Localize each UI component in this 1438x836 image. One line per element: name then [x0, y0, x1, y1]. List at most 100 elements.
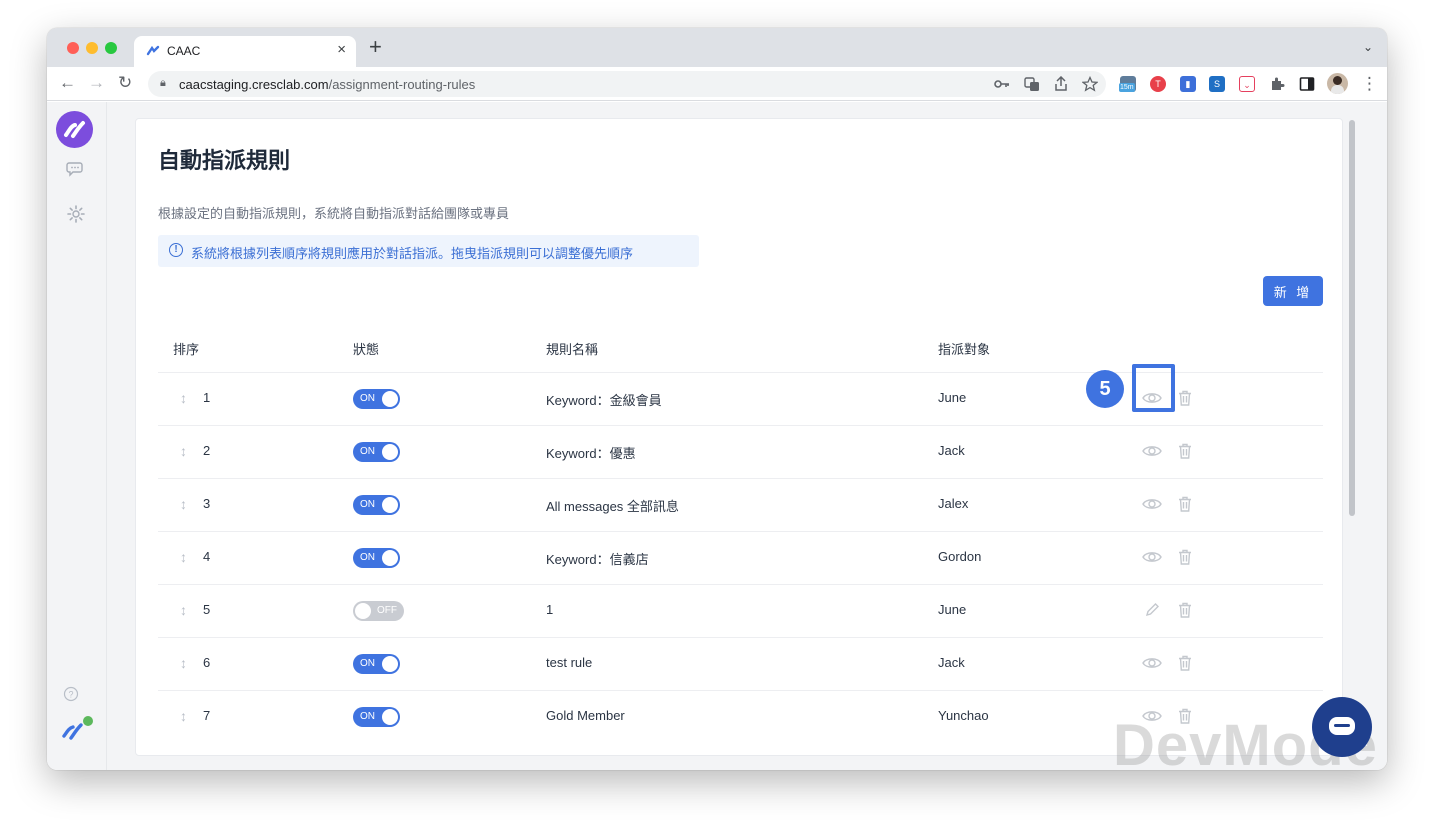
browser-menu-icon[interactable]: ⋮: [1361, 74, 1378, 94]
status-toggle[interactable]: ON: [353, 442, 400, 462]
drag-handle-icon[interactable]: ↕: [180, 390, 187, 406]
column-header-status: 狀態: [353, 342, 380, 357]
url-path: /assignment-routing-rules: [328, 77, 476, 92]
tab-search-chevron-icon[interactable]: ⌄: [1363, 40, 1373, 54]
browser-window: CAAC × + ⌄ ← → ↻ 🔒︎ caacstaging.cresclab…: [47, 28, 1387, 770]
status-toggle[interactable]: ON: [353, 389, 400, 409]
browser-toolbar: ← → ↻ 🔒︎ caacstaging.cresclab.com/assign…: [47, 67, 1387, 101]
eye-view-icon[interactable]: [1141, 652, 1163, 674]
extensions-puzzle-icon[interactable]: [1269, 76, 1285, 92]
rules-card: 自動指派規則 根據設定的自動指派規則，系統將自動指派對話給團隊或專員 ! 系統將…: [135, 118, 1343, 756]
drag-handle-icon[interactable]: ↕: [180, 549, 187, 565]
info-banner: ! 系統將根據列表順序將規則應用於對話指派。拖曳指派規則可以調整優先順序: [158, 235, 699, 267]
rule-name: test rule: [546, 655, 593, 670]
lock-icon: 🔒︎: [160, 77, 166, 89]
pocket-icon[interactable]: ⌄: [1239, 76, 1255, 92]
page-title: 自動指派規則: [158, 148, 291, 173]
toggle-label: ON: [360, 552, 375, 563]
extension-tag-icon[interactable]: ▮: [1180, 76, 1196, 92]
rule-name: Keyword：金級會員: [546, 393, 662, 408]
close-window-button[interactable]: [67, 42, 79, 54]
extension-timer-icon[interactable]: 15m: [1119, 76, 1136, 92]
drag-handle-icon[interactable]: ↕: [180, 602, 187, 618]
browser-tab[interactable]: CAAC ×: [134, 36, 356, 67]
drag-handle-icon[interactable]: ↕: [180, 496, 187, 512]
side-panel-icon[interactable]: [1299, 76, 1315, 92]
status-toggle[interactable]: ON: [353, 707, 400, 727]
info-text: 系統將根據列表順序將規則應用於對話指派。拖曳指派規則可以調整優先順序: [191, 246, 634, 261]
table-row[interactable]: ↕ 2 ON Keyword：優惠 Jack: [158, 425, 1323, 478]
trash-delete-icon[interactable]: [1174, 387, 1196, 409]
eye-view-icon[interactable]: [1141, 440, 1163, 462]
table-row[interactable]: ↕ 5 OFF 1 June: [158, 584, 1323, 637]
chat-bubbles-icon[interactable]: [66, 160, 86, 178]
rule-assignee: June: [938, 602, 967, 617]
trash-delete-icon[interactable]: [1174, 493, 1196, 515]
rule-assignee: Jalex: [938, 496, 969, 511]
settings-gear-icon[interactable]: [66, 204, 86, 224]
profile-avatar[interactable]: [1327, 73, 1348, 94]
scrollbar-thumb[interactable]: [1349, 120, 1355, 516]
trash-delete-icon[interactable]: [1174, 652, 1196, 674]
minimize-window-button[interactable]: [86, 42, 98, 54]
key-icon[interactable]: [994, 77, 1010, 91]
toggle-label: OFF: [377, 605, 397, 616]
table-row[interactable]: ↕ 4 ON Keyword：信義店 Gordon: [158, 531, 1323, 584]
extension-t-icon[interactable]: T: [1150, 76, 1166, 92]
pencil-edit-icon[interactable]: [1141, 599, 1163, 621]
toggle-label: ON: [360, 499, 375, 510]
rule-order: 3: [203, 496, 211, 511]
chat-widget-button[interactable]: [1312, 697, 1372, 757]
table-row[interactable]: ↕ 3 ON All messages 全部訊息 Jalex: [158, 478, 1323, 531]
info-circle-icon: !: [169, 243, 183, 257]
rule-assignee: Yunchao: [938, 708, 989, 723]
column-header-assignee: 指派對象: [938, 342, 991, 357]
bookmark-star-icon[interactable]: [1082, 76, 1098, 92]
drag-handle-icon[interactable]: ↕: [180, 443, 187, 459]
url-host: caacstaging.cresclab.com: [179, 77, 329, 92]
column-header-order: 排序: [173, 342, 200, 357]
status-toggle[interactable]: ON: [353, 548, 400, 568]
step-highlight-box: [1132, 364, 1175, 412]
tab-strip: CAAC × + ⌄: [47, 28, 1387, 67]
reload-icon[interactable]: ↻: [118, 73, 132, 93]
table-row[interactable]: ↕ 6 ON test rule Jack: [158, 637, 1323, 690]
eye-view-icon[interactable]: [1141, 493, 1163, 515]
status-toggle[interactable]: ON: [353, 654, 400, 674]
tab-close-icon[interactable]: ×: [337, 41, 346, 58]
account-logo-icon[interactable]: [61, 714, 95, 744]
trash-delete-icon[interactable]: [1174, 440, 1196, 462]
status-toggle[interactable]: OFF: [353, 601, 404, 621]
toggle-knob: [382, 497, 398, 513]
toggle-knob: [382, 391, 398, 407]
eye-view-icon[interactable]: [1141, 546, 1163, 568]
extension-s-icon[interactable]: S: [1209, 76, 1225, 92]
status-toggle[interactable]: ON: [353, 495, 400, 515]
add-rule-button[interactable]: 新 增: [1263, 276, 1323, 306]
rule-name: Keyword：優惠: [546, 446, 636, 461]
rule-assignee: Jack: [938, 443, 965, 458]
zoom-window-button[interactable]: [105, 42, 117, 54]
translate-icon[interactable]: [1024, 76, 1040, 92]
left-sidebar: ?: [47, 102, 107, 770]
trash-delete-icon[interactable]: [1174, 599, 1196, 621]
trash-delete-icon[interactable]: [1174, 546, 1196, 568]
help-question-icon[interactable]: ?: [63, 686, 79, 702]
toggle-knob: [382, 444, 398, 460]
svg-text:?: ?: [68, 690, 73, 700]
drag-handle-icon[interactable]: ↕: [180, 708, 187, 724]
forward-arrow-icon[interactable]: →: [88, 73, 105, 93]
address-bar[interactable]: 🔒︎ caacstaging.cresclab.com/assignment-r…: [148, 71, 1106, 97]
rule-order: 5: [203, 602, 211, 617]
new-tab-button[interactable]: +: [369, 36, 382, 58]
rule-order: 6: [203, 655, 211, 670]
step-number-badge: 5: [1086, 370, 1124, 408]
rule-assignee: Jack: [938, 655, 965, 670]
back-arrow-icon[interactable]: ←: [59, 73, 76, 93]
drag-handle-icon[interactable]: ↕: [180, 655, 187, 671]
share-icon[interactable]: [1054, 76, 1068, 92]
app-logo[interactable]: [56, 111, 93, 148]
rule-order: 2: [203, 443, 211, 458]
chat-bubble-icon: [1329, 717, 1355, 735]
rule-name: Keyword：信義店: [546, 552, 649, 567]
